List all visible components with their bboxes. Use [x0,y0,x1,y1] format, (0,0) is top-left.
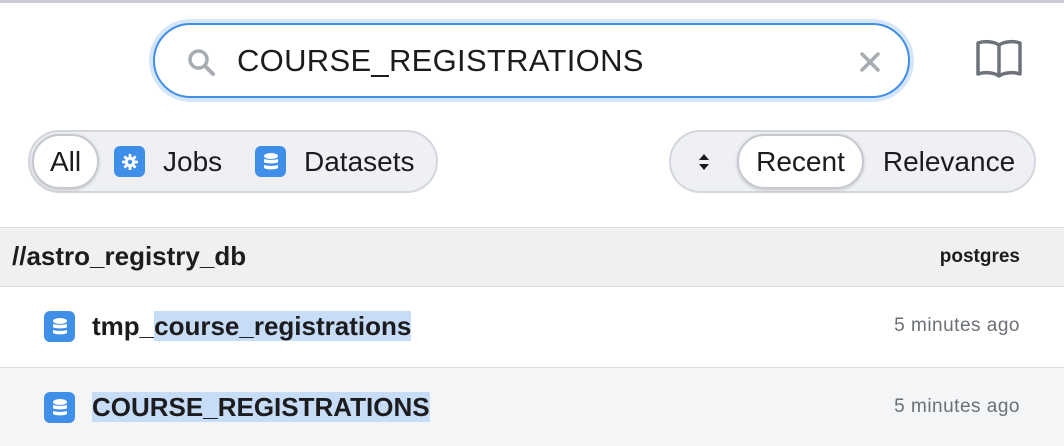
result-timestamp: 5 minutes ago [894,396,1020,417]
database-icon [44,311,75,342]
sort-arrows-icon[interactable] [697,152,711,172]
filter-jobs-label: Jobs [163,145,223,177]
top-divider [0,0,1064,3]
database-icon [44,392,75,423]
result-row[interactable]: COURSE_REGISTRATIONS 5 minutes ago [0,368,1064,446]
search-icon [188,49,215,76]
type-filter-group: All Jobs Datasets [28,130,438,193]
sort-group: Recent Relevance [669,130,1036,193]
result-group-header: //astro_registry_db postgres [0,227,1064,287]
filter-jobs-button[interactable]: Jobs [114,132,222,191]
result-name-match: COURSE_REGISTRATIONS [92,392,430,422]
group-title: //astro_registry_db [12,241,247,271]
search-input[interactable] [237,39,797,83]
result-name: tmp_course_registrations [92,311,412,342]
search-bar[interactable] [153,23,910,98]
filter-datasets-button[interactable]: Datasets [255,132,415,191]
result-name-match: course_registrations [154,311,412,341]
result-row[interactable]: tmp_course_registrations 5 minutes ago [0,287,1064,368]
filter-all-label: All [49,145,82,177]
result-name-prefix: tmp_ [92,311,155,341]
sort-recent-button[interactable]: Recent [737,134,864,189]
sort-relevance-label: Relevance [882,145,1016,177]
close-icon[interactable] [858,50,882,74]
sort-recent-label: Recent [756,145,845,177]
database-icon [255,146,286,177]
filter-all-button[interactable]: All [32,134,99,189]
filter-datasets-label: Datasets [304,145,415,177]
book-icon[interactable] [975,38,1023,80]
group-source: postgres [939,246,1020,267]
sort-relevance-button[interactable]: Relevance [878,134,1020,189]
result-name: COURSE_REGISTRATIONS [92,392,430,423]
result-timestamp: 5 minutes ago [894,315,1020,336]
gear-icon [114,146,145,177]
